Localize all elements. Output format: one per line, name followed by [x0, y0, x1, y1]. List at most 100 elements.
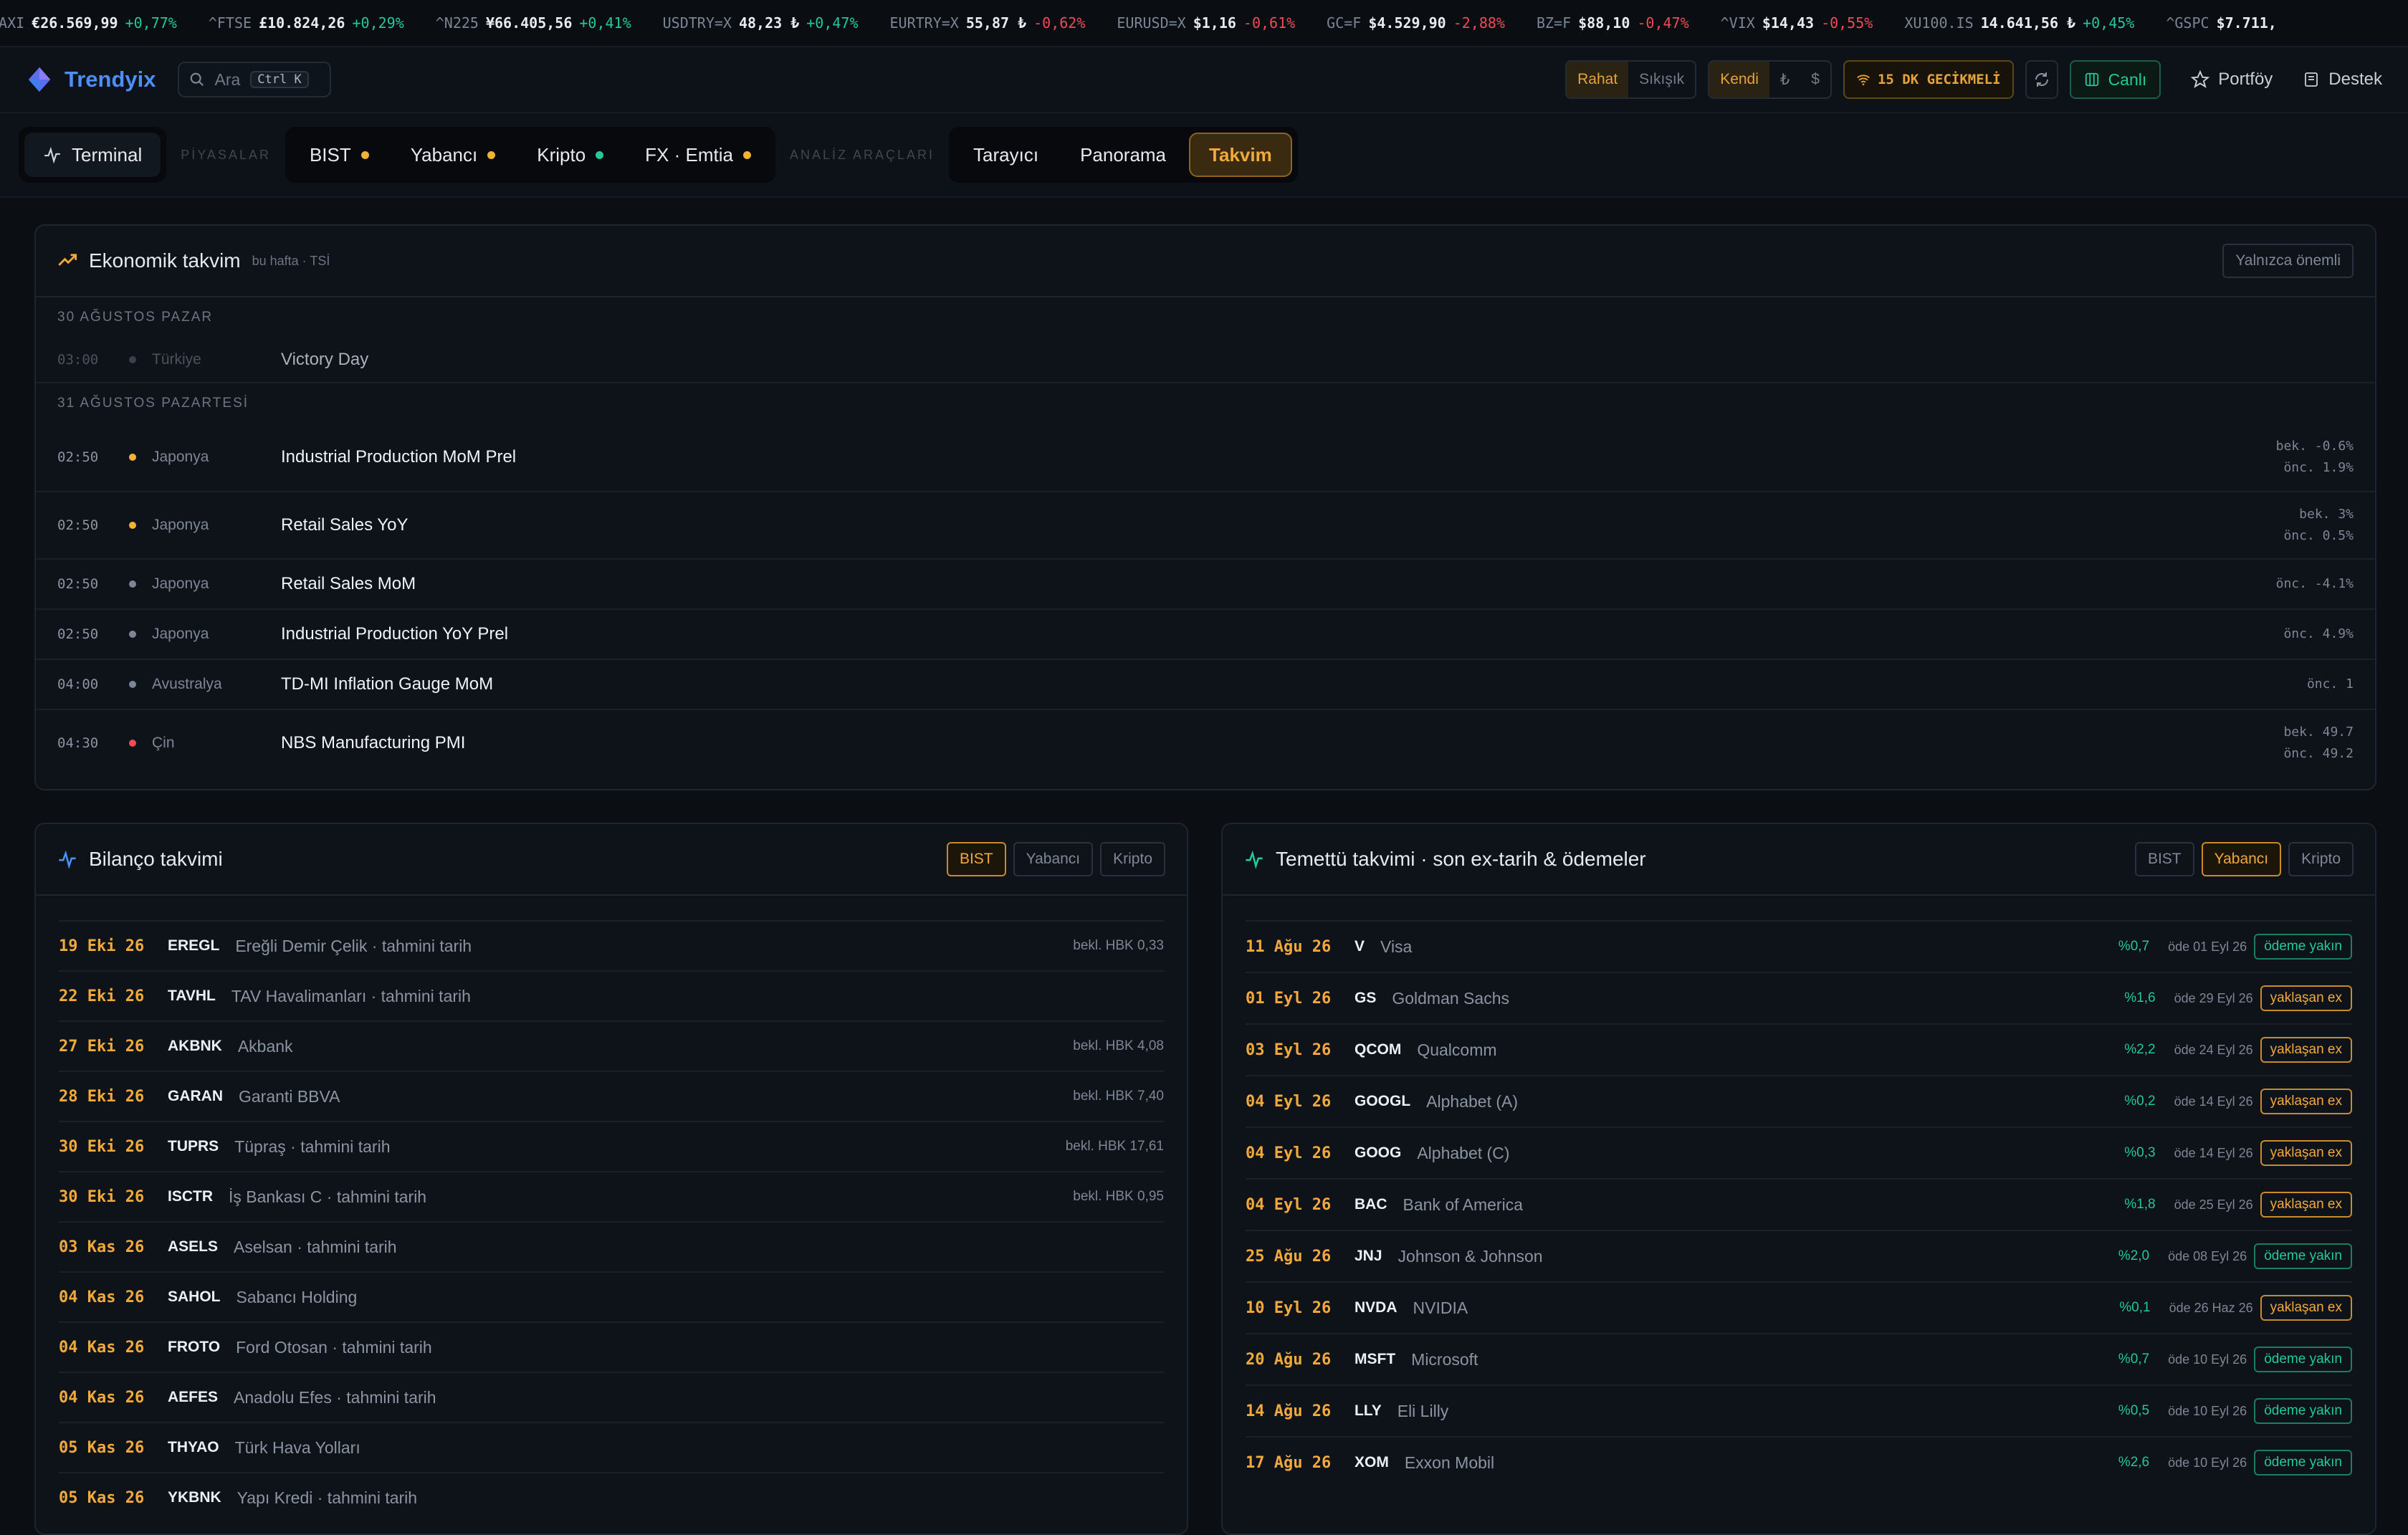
earnings-row[interactable]: 05 Kas 26 THYAO Türk Hava Yolları [59, 1422, 1164, 1472]
ticker-item[interactable]: ^VIX $14,43 -0,55% [1721, 14, 1873, 32]
nav-market-fxemtia[interactable]: FX · Emtia [626, 133, 770, 177]
dividend-tab-bist[interactable]: BIST [2134, 842, 2194, 876]
ticker-item[interactable]: EURTRY=X 55,87 ₺ -0,62% [890, 14, 1086, 32]
dividend-row[interactable]: 20 Ağu 26 MSFT Microsoft %0,7 öde 10 Eyl 26 ö… [1246, 1333, 2352, 1385]
earnings-tab-crypto[interactable]: Kripto [1100, 842, 1165, 876]
earnings-tab-bist[interactable]: BIST [946, 842, 1006, 876]
logo[interactable]: Trendyix [26, 66, 156, 93]
ticker-item[interactable]: GC=F $4.529,90 -2,88% [1327, 14, 1505, 32]
nav-terminal-label: Terminal [72, 143, 143, 166]
currency-native[interactable]: Kendi [1709, 62, 1769, 97]
ticker-item[interactable]: ^FTSE £10.824,26 +0,29% [209, 14, 404, 32]
earnings-row[interactable]: 04 Kas 26 FROTO Ford Otosan · tahmini tari… [59, 1321, 1164, 1372]
dividend-company: Qualcomm [1417, 1040, 1497, 1059]
dividend-ticker: GOOG [1354, 1144, 1402, 1161]
nav-panorama[interactable]: Panorama [1061, 133, 1185, 177]
dividend-yield: %0,1 [2119, 1300, 2151, 1315]
ticker-price: $1,16 [1193, 14, 1236, 32]
ticker-item[interactable]: DAXI €26.569,99 +0,77% [0, 14, 177, 32]
dividend-pay-date: öde 14 Eyl 26 [2174, 1094, 2253, 1109]
event-row[interactable]: 04:00 Avustralya TD-MI Inflation Gauge MoM… [36, 659, 2375, 709]
ticker-price: ¥66.405,56 [485, 14, 573, 32]
ticker-item[interactable]: ^GSPC $7.711, [2166, 14, 2284, 32]
earnings-row[interactable]: 05 Kas 26 YKBNK Yapı Kredi · tahmini tarih [59, 1472, 1164, 1522]
dividend-tab-crypto[interactable]: Kripto [2288, 842, 2354, 876]
earnings-tab-foreign[interactable]: Yabancı [1013, 842, 1094, 876]
support-link[interactable]: Destek [2303, 70, 2382, 90]
ticker-price: €26.569,99 [32, 14, 118, 32]
earnings-row[interactable]: 19 Eki 26 EREGL Ereğli Demir Çelik · tahmi… [59, 920, 1164, 970]
top-header: Trendyix Ara Ctrl K Rahat Sıkışık Kendi … [0, 47, 2408, 113]
nav-terminal[interactable]: Terminal [24, 133, 161, 177]
earnings-row[interactable]: 04 Kas 26 SAHOL Sabancı Holding [59, 1271, 1164, 1321]
ticker-item[interactable]: BZ=F $88,10 -0,47% [1537, 14, 1689, 32]
earnings-row[interactable]: 27 Eki 26 AKBNK Akbank bekl. HBK 4,08 [59, 1020, 1164, 1071]
density-compact[interactable]: Sıkışık [1628, 62, 1695, 97]
live-button[interactable]: Canlı [2069, 60, 2161, 99]
dividend-ex-date: 25 Ağu 26 [1246, 1247, 1332, 1266]
dividend-row[interactable]: 25 Ağu 26 JNJ Johnson & Johnson %2,0 öde 08 … [1246, 1230, 2352, 1281]
importance-dot [129, 522, 136, 529]
dividend-row[interactable]: 14 Ağu 26 LLY Eli Lilly %0,5 öde 10 Eyl 26 öd… [1246, 1385, 2352, 1436]
portfolio-link[interactable]: Portföy [2191, 70, 2273, 90]
ticker-price: 48,23 ₺ [738, 14, 800, 32]
dividend-tab-foreign[interactable]: Yabancı [2201, 842, 2282, 876]
search-input[interactable]: Ara Ctrl K [177, 62, 331, 97]
tools-section-label: ANALİZ ARAÇLARI [789, 147, 935, 162]
earnings-ticker: AEFES [168, 1389, 219, 1405]
importance-dot [129, 681, 136, 688]
ticker-item[interactable]: XU100.IS 14.641,56 ₺ +0,45% [1904, 14, 2134, 32]
currency-usd[interactable]: $ [1800, 62, 1830, 97]
event-row[interactable]: 02:50 Japonya Industrial Production YoY Pr… [36, 608, 2375, 659]
dividend-status-badge: ödeme yakın [2254, 1398, 2352, 1424]
dividend-row[interactable]: 04 Eyl 26 BAC Bank of America %1,8 öde 25 Ey… [1246, 1178, 2352, 1230]
dividend-row[interactable]: 03 Eyl 26 QCOM Qualcomm %2,2 öde 24 Eyl 26 ya… [1246, 1023, 2352, 1075]
ticker-change: +0,47% [806, 14, 859, 32]
currency-try[interactable]: ₺ [1769, 62, 1800, 97]
event-name: NBS Manufacturing PMI [281, 733, 466, 752]
ticker-item[interactable]: ^N225 ¥66.405,56 +0,41% [436, 14, 631, 32]
ticker-price: $7.711, [2216, 14, 2277, 32]
nav-market-bist[interactable]: BIST [291, 133, 388, 177]
earnings-row[interactable]: 30 Eki 26 TUPRS Tüpraş · tahmini tarih bekl… [59, 1121, 1164, 1171]
event-row[interactable]: 04:30 Çin NBS Manufacturing PMI bek. 49.7 ön… [36, 709, 2375, 776]
ticker-symbol: ^VIX [1720, 14, 1755, 32]
important-only-button[interactable]: Yalnızca önemli [2222, 244, 2354, 278]
earnings-company: Türk Hava Yolları [234, 1438, 360, 1457]
dividend-ex-date: 04 Eyl 26 [1246, 1144, 1332, 1162]
dividend-row[interactable]: 17 Ağu 26 XOM Exxon Mobil %2,6 öde 10 Eyl 26… [1246, 1436, 2352, 1488]
event-row[interactable]: 02:50 Japonya Retail Sales MoM önc. -4.1% [36, 558, 2375, 608]
earnings-calendar-panel: Bilanço takvimi BIST Yabancı Kripto 19 E… [34, 823, 1188, 1535]
dividend-row[interactable]: 11 Ağu 26 V Visa %0,7 öde 01 Eyl 26 ödeme yak… [1246, 920, 2352, 972]
dividend-row[interactable]: 04 Eyl 26 GOOG Alphabet (C) %0,3 öde 14 Eyl … [1246, 1127, 2352, 1178]
ticker-change: -0,62% [1033, 14, 1086, 32]
earnings-row[interactable]: 04 Kas 26 AEFES Anadolu Efes · tahmini tar… [59, 1372, 1164, 1422]
density-comfortable[interactable]: Rahat [1567, 62, 1629, 97]
event-time: 04:30 [57, 735, 99, 751]
event-country: Japonya [152, 517, 209, 533]
dividend-row[interactable]: 01 Eyl 26 GS Goldman Sachs %1,6 öde 29 Eyl 2… [1246, 972, 2352, 1023]
nav-market-kripto[interactable]: Kripto [518, 133, 622, 177]
refresh-icon [2035, 72, 2048, 87]
nav-scanner[interactable]: Tarayıcı [955, 133, 1057, 177]
dividend-pay-date: öde 26 Haz 26 [2169, 1300, 2253, 1315]
dividend-status-badge: ödeme yakın [2254, 934, 2352, 960]
event-row[interactable]: 02:50 Japonya Retail Sales YoY bek. 3% önc. … [36, 491, 2375, 558]
dividend-row[interactable]: 10 Eyl 26 NVDA NVIDIA %0,1 öde 26 Haz 26 yakl… [1246, 1281, 2352, 1333]
ticker-item[interactable]: USDTRY=X 48,23 ₺ +0,47% [663, 14, 859, 32]
ticker-item[interactable]: EURUSD=X $1,16 -0,61% [1117, 14, 1295, 32]
dividend-ticker: GOOGL [1354, 1093, 1411, 1109]
earnings-row[interactable]: 22 Eki 26 TAVHL TAV Havalimanları · tahmin… [59, 970, 1164, 1020]
dividend-status-badge: ödeme yakın [2254, 1450, 2352, 1476]
earnings-row[interactable]: 30 Eki 26 ISCTR İş Bankası C · tahmini tar… [59, 1171, 1164, 1221]
event-previous: önc. 4.9% [2283, 626, 2354, 641]
earnings-row[interactable]: 03 Kas 26 ASELS Aselsan · tahmini tarih [59, 1221, 1164, 1271]
refresh-button[interactable] [2025, 60, 2058, 99]
event-row[interactable]: 02:50 Japonya Industrial Production MoM Pr… [36, 424, 2375, 491]
event-time: 02:50 [57, 449, 99, 465]
event-row[interactable]: 03:00 Türkiye Victory Day [36, 338, 2375, 382]
dividend-row[interactable]: 04 Eyl 26 GOOGL Alphabet (A) %0,2 öde 14 Eyl… [1246, 1075, 2352, 1127]
nav-calendar[interactable]: Takvim [1189, 133, 1292, 177]
earnings-row[interactable]: 28 Eki 26 GARAN Garanti BBVA bekl. HBK 7,40 [59, 1071, 1164, 1121]
nav-market-yabanc[interactable]: Yabancı [392, 133, 514, 177]
